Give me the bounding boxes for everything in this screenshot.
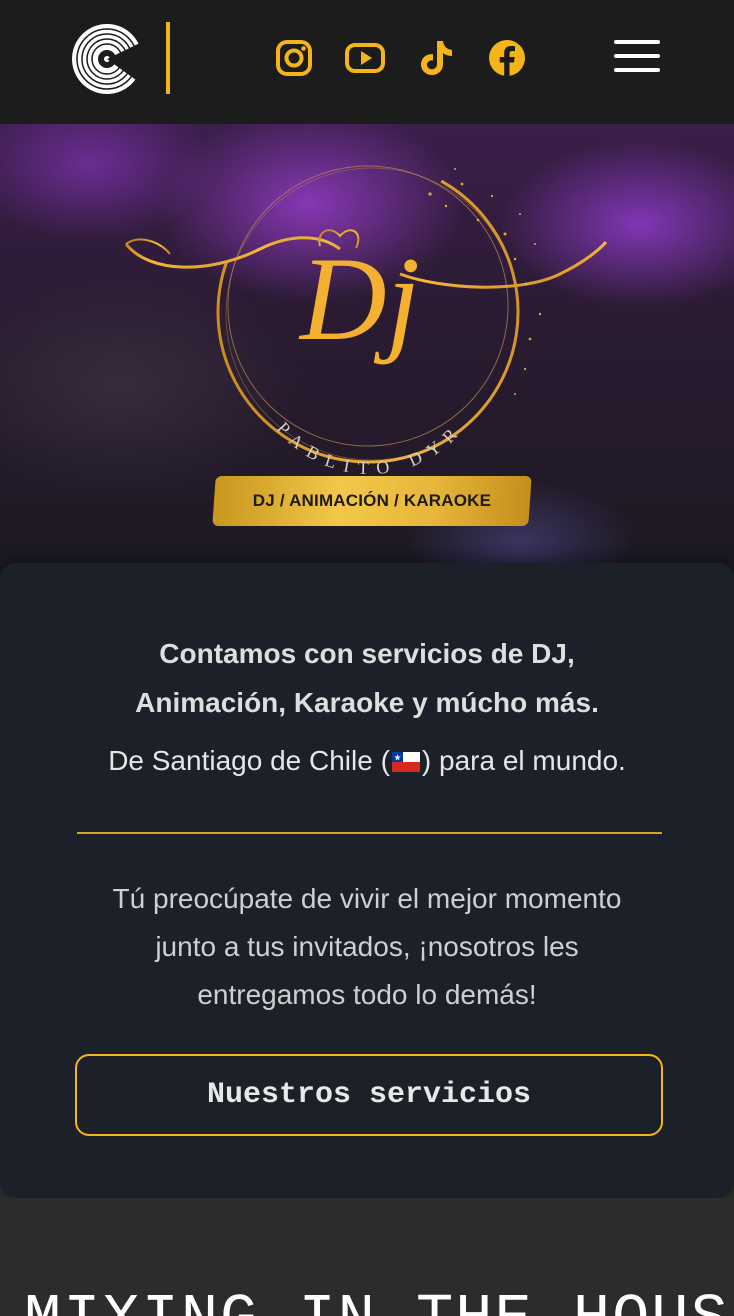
intro-card: Contamos con servicios de DJ, Animación,… (0, 563, 734, 1198)
tiktok-icon[interactable] (416, 38, 456, 78)
intro-body-line-1: Tú preocúpate de vivir el mejor momento (112, 883, 622, 914)
subtitle-after: ) para el mundo. (421, 745, 626, 776)
intro-body-line-2: junto a tus invitados, ¡nosotros les (155, 931, 579, 962)
dj-initials: Dj (298, 232, 420, 365)
intro-divider (77, 832, 662, 834)
chile-flag-icon (391, 752, 420, 772)
intro-body: Tú preocúpate de vivir el mejor momento … (70, 875, 664, 1019)
mix-section: MIXING IN THE HOUSE (0, 1198, 734, 1316)
hero-banner: Dj PABLITO DYR DJ / ANIMACIÓN / KARAOKE (0, 124, 734, 584)
youtube-icon[interactable] (345, 38, 385, 78)
services-banner-text: DJ / ANIMACIÓN / KARAOKE (252, 491, 492, 510)
services-button[interactable]: Nuestros servicios (75, 1054, 663, 1136)
vinyl-record-icon[interactable] (70, 22, 146, 96)
intro-subtitle: De Santiago de Chile ( ) para el mundo. (40, 739, 694, 783)
instagram-icon[interactable] (274, 38, 314, 78)
facebook-icon[interactable] (487, 38, 527, 78)
intro-body-line-3: entregamos todo lo demás! (197, 979, 537, 1010)
intro-title-line-2: Animación, Karaoke y múcho más. (135, 687, 599, 718)
subtitle-before: De Santiago de Chile ( (108, 745, 390, 776)
hamburger-menu-icon[interactable] (614, 38, 662, 74)
intro-title: Contamos con servicios de DJ, Animación,… (60, 629, 674, 727)
top-navbar (0, 0, 734, 124)
mix-heading: MIXING IN THE HOUSE (24, 1284, 734, 1316)
intro-title-line-1: Contamos con servicios de DJ, (159, 638, 575, 669)
header-divider (166, 22, 170, 94)
